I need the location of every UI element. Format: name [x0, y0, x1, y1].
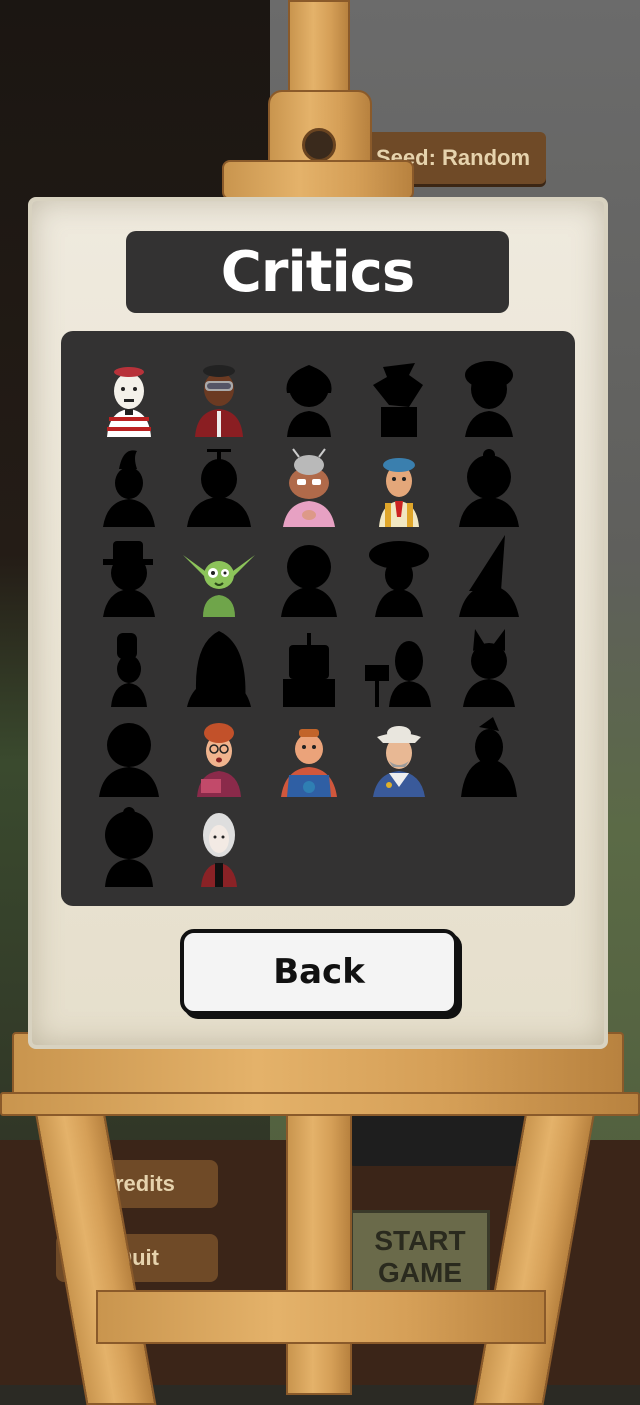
critic-portrait-pale-lady[interactable]: [179, 805, 259, 887]
critic-portrait-propeller-cap-locked[interactable]: [179, 445, 259, 527]
locked-silhouette-icon: [99, 723, 159, 797]
locked-silhouette-icon: [369, 541, 429, 617]
locked-silhouette-icon: [365, 641, 431, 707]
critic-portrait-scarecrow-locked[interactable]: [359, 355, 439, 437]
locked-silhouette-icon: [187, 631, 251, 707]
locked-silhouette-icon: [103, 541, 155, 617]
critic-portrait-icon: [107, 367, 151, 437]
critic-portrait-icon: [195, 365, 243, 437]
locked-silhouette-icon: [281, 545, 337, 617]
critic-portrait-icon: [281, 729, 337, 797]
easel-clamp: [222, 160, 414, 200]
critic-portrait-bob-hair-locked[interactable]: [269, 355, 349, 437]
critic-portrait-goggles-tracksuit[interactable]: [179, 355, 259, 437]
locked-silhouette-icon: [286, 365, 332, 437]
critic-portrait-farmer-overalls[interactable]: [269, 715, 349, 797]
critic-portrait-mime[interactable]: [89, 355, 169, 437]
critics-grid: [61, 331, 575, 906]
critic-portrait-bald-head-locked[interactable]: [269, 535, 349, 617]
start-label: START: [374, 1225, 466, 1256]
locked-silhouette-icon: [187, 449, 251, 527]
easel-tray-lip: [0, 1092, 640, 1116]
locked-silhouette-icon: [465, 361, 513, 437]
critic-portrait-vampire-locked[interactable]: [449, 715, 529, 797]
easel-leg-center: [286, 1105, 352, 1395]
critic-portrait-long-hair-locked[interactable]: [179, 625, 259, 707]
locked-silhouette-icon: [459, 535, 519, 617]
critic-portrait-icon: [183, 555, 255, 617]
critic-portrait-icon: [283, 448, 335, 527]
critic-portrait-sign-holder-locked[interactable]: [359, 625, 439, 707]
locked-silhouette-icon: [111, 633, 147, 707]
critic-portrait-painter-beret[interactable]: [359, 445, 439, 527]
locked-silhouette-icon: [459, 449, 519, 527]
critic-portrait-mushroom-cap-locked[interactable]: [359, 535, 439, 617]
easel-mast: [288, 0, 350, 95]
easel-knob: [302, 128, 336, 162]
start-game-button: START GAME: [350, 1210, 490, 1300]
critic-portrait-icon: [379, 458, 419, 527]
critic-portrait-icon: [373, 726, 425, 797]
locked-silhouette-icon: [463, 629, 515, 707]
locked-silhouette-icon: [103, 450, 155, 527]
critic-portrait-librarian[interactable]: [179, 715, 259, 797]
locked-silhouette-icon: [461, 717, 517, 797]
locked-silhouette-icon: [373, 363, 423, 437]
locked-silhouette-icon: [105, 807, 153, 887]
critic-portrait-robot-locked[interactable]: [269, 625, 349, 707]
critic-portrait-cowboy-hat-locked[interactable]: [449, 355, 529, 437]
critic-portrait-witch-hook-locked[interactable]: [89, 445, 169, 527]
critic-portrait-round-head-locked[interactable]: [89, 715, 169, 797]
critic-portrait-top-hat-gent-locked[interactable]: [89, 535, 169, 617]
critic-portrait-curly-hair-locked[interactable]: [449, 445, 529, 527]
critic-portrait-wizard-hat-locked[interactable]: [449, 535, 529, 617]
locked-silhouette-icon: [283, 633, 335, 707]
critic-portrait-goblin[interactable]: [179, 535, 259, 617]
critic-portrait-granny-antennae[interactable]: [269, 445, 349, 527]
critic-portrait-chef-locked[interactable]: [89, 625, 169, 707]
critic-portrait-cat-ears-locked[interactable]: [449, 625, 529, 707]
easel-crossbar: [96, 1290, 546, 1344]
game-label: GAME: [378, 1257, 462, 1288]
page-title: Critics: [126, 231, 509, 313]
critic-portrait-afro-locked[interactable]: [89, 805, 169, 887]
critic-portrait-icon: [201, 813, 237, 887]
critic-portrait-icon: [197, 723, 241, 797]
critic-portrait-cowboy-sheriff[interactable]: [359, 715, 439, 797]
back-button[interactable]: Back: [180, 929, 458, 1015]
